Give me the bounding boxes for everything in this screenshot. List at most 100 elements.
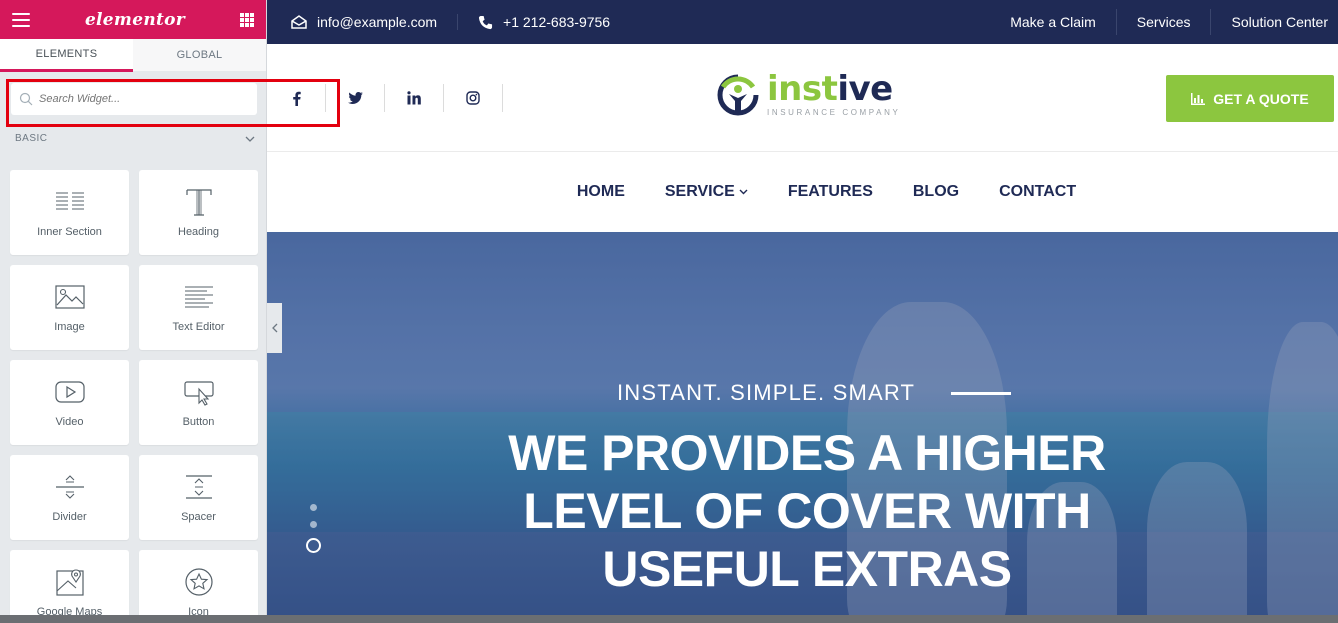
widgets-grid-icon[interactable]	[239, 12, 254, 27]
linkedin-icon	[407, 91, 421, 105]
chevron-down-icon	[739, 189, 748, 195]
chevron-down-icon	[245, 136, 255, 142]
slider-dot-1[interactable]	[310, 504, 317, 511]
logo-wordmark: instive	[767, 72, 900, 106]
nav-blog-label: BLOG	[912, 183, 960, 200]
nav-contact-label: CONTACT	[999, 183, 1077, 200]
hero-eyebrow: INSTANT. SIMPLE. SMART	[617, 380, 1012, 406]
widget-label: Divider	[52, 511, 87, 523]
site-header: instive INSURANCE COMPANY GET A QUOTE	[267, 44, 1338, 152]
site-preview: info@example.com +1 212-683-9756 Make a …	[267, 0, 1338, 623]
phone-icon	[478, 15, 493, 29]
panel-tabs: ELEMENTS GLOBAL	[0, 39, 266, 72]
widget-label: Button	[182, 416, 215, 428]
google-maps-icon	[55, 569, 84, 596]
top-bar-links: Make a Claim Services Solution Center	[990, 0, 1338, 44]
nav-service-label: SERVICE	[664, 183, 735, 200]
widget-divider[interactable]: Divider	[10, 455, 129, 540]
get-a-quote-button[interactable]: GET A QUOTE	[1166, 75, 1334, 122]
collapse-panel-handle[interactable]	[267, 303, 282, 353]
social-links	[267, 84, 503, 112]
image-icon	[54, 285, 85, 309]
tab-elements[interactable]: ELEMENTS	[0, 39, 133, 72]
logo-word-a: inst	[767, 69, 838, 109]
widget-google-maps[interactable]: Google Maps	[10, 550, 129, 623]
widget-label: Video	[55, 416, 84, 428]
category-label: BASIC	[15, 133, 48, 144]
top-bar-contacts: info@example.com +1 212-683-9756	[291, 0, 630, 44]
star-icon	[184, 568, 213, 596]
social-linkedin[interactable]	[385, 84, 444, 112]
email-text: info@example.com	[317, 14, 438, 30]
make-a-claim-link[interactable]: Make a Claim	[990, 9, 1116, 35]
hero-eyebrow-text: INSTANT. SIMPLE. SMART	[617, 380, 916, 405]
widget-text-editor[interactable]: Text Editor	[139, 265, 258, 350]
widget-button[interactable]: Button	[139, 360, 258, 445]
bar-chart-icon	[1191, 92, 1206, 105]
tab-global[interactable]: GLOBAL	[133, 39, 266, 72]
nav-features[interactable]: FEATURES	[788, 183, 873, 201]
chevron-left-icon	[271, 323, 277, 333]
logo-text: instive INSURANCE COMPANY	[767, 72, 900, 117]
site-logo[interactable]: instive INSURANCE COMPANY	[717, 72, 900, 117]
nav-home[interactable]: HOME	[577, 183, 625, 201]
nav-home-label: HOME	[576, 183, 625, 200]
slider-dot-3-active[interactable]	[306, 538, 321, 553]
services-link[interactable]: Services	[1115, 9, 1211, 35]
category-basic[interactable]: BASIC	[15, 133, 255, 144]
widget-inner-section[interactable]: Inner Section	[10, 170, 129, 255]
menu-icon[interactable]	[12, 12, 30, 27]
elementor-panel: elementor ELEMENTS GLOBAL BASIC	[0, 0, 267, 623]
social-twitter[interactable]	[326, 84, 385, 112]
widget-icon[interactable]: Icon	[139, 550, 258, 623]
twitter-icon	[347, 92, 363, 104]
top-bar: info@example.com +1 212-683-9756 Make a …	[267, 0, 1338, 44]
hero-headline: WE PROVIDES A HIGHER LEVEL OF COVER WITH…	[508, 425, 1106, 597]
widget-image[interactable]: Image	[10, 265, 129, 350]
text-editor-icon	[184, 286, 213, 308]
inner-section-icon	[55, 192, 84, 210]
main-nav: HOME SERVICE FEATURES BLOG CONTACT	[267, 152, 1338, 232]
widget-label: Text Editor	[172, 321, 225, 333]
search-icon	[19, 92, 33, 106]
widget-label: Spacer	[181, 511, 216, 523]
widget-spacer[interactable]: Spacer	[139, 455, 258, 540]
slider-dot-2[interactable]	[310, 521, 317, 528]
app-window: elementor ELEMENTS GLOBAL BASIC	[0, 0, 1338, 623]
widget-label: Heading	[178, 226, 219, 238]
logo-subtitle: INSURANCE COMPANY	[767, 108, 901, 117]
widget-video[interactable]: Video	[10, 360, 129, 445]
nav-features-label: FEATURES	[787, 183, 873, 200]
search-box	[11, 83, 257, 115]
quote-button-label: GET A QUOTE	[1213, 90, 1309, 107]
heading-icon	[185, 189, 212, 216]
nav-items: HOME SERVICE FEATURES BLOG CONTACT	[577, 183, 1076, 201]
social-instagram[interactable]	[444, 84, 503, 112]
elementor-logo: elementor	[84, 9, 186, 30]
panel-header: elementor	[0, 0, 266, 39]
instive-logo-icon	[717, 74, 759, 115]
nav-contact[interactable]: CONTACT	[999, 183, 1076, 201]
phone-text: +1 212-683-9756	[503, 14, 611, 30]
widget-heading[interactable]: Heading	[139, 170, 258, 255]
spacer-icon	[185, 475, 212, 499]
instagram-icon	[466, 91, 480, 105]
solution-center-link[interactable]: Solution Center	[1210, 9, 1338, 35]
divider-icon	[55, 475, 84, 499]
hero-eyebrow-line	[951, 391, 1012, 395]
contact-email[interactable]: info@example.com	[291, 14, 457, 30]
social-facebook[interactable]	[267, 84, 326, 112]
widget-label: Inner Section	[37, 226, 102, 238]
nav-service[interactable]: SERVICE	[665, 183, 748, 201]
hero-slider: INSTANT. SIMPLE. SMART WE PROVIDES A HIG…	[267, 232, 1338, 623]
search-widget-input[interactable]	[39, 93, 239, 105]
widget-label: Image	[54, 321, 85, 333]
bottom-scrollbar[interactable]	[0, 615, 1338, 623]
envelope-open-icon	[291, 15, 307, 29]
nav-blog[interactable]: BLOG	[913, 183, 959, 201]
button-icon	[183, 381, 214, 406]
contact-phone[interactable]: +1 212-683-9756	[457, 14, 630, 30]
video-icon	[54, 381, 85, 403]
facebook-icon	[292, 91, 301, 106]
logo-word-b: ive	[837, 69, 893, 109]
